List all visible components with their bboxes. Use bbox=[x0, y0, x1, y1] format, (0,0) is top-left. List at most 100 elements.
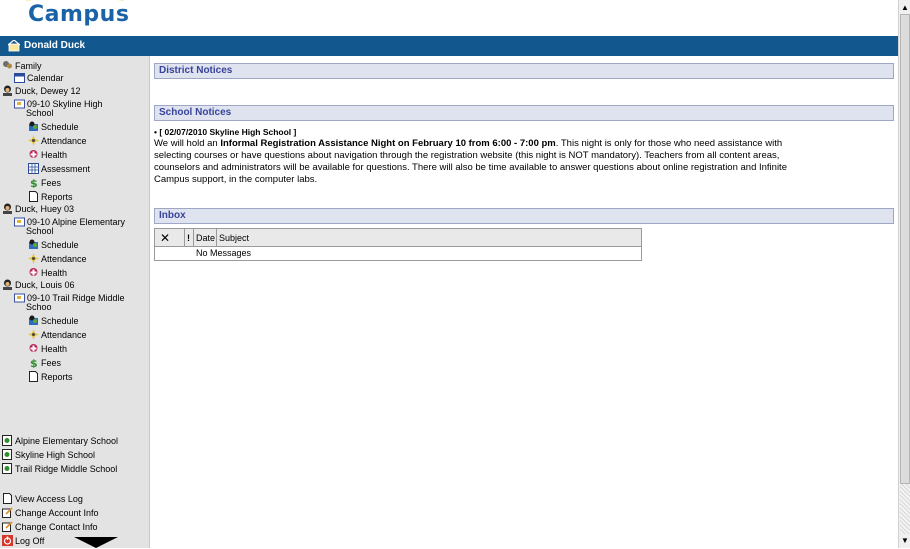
inbox-empty-row: No Messages bbox=[155, 247, 641, 260]
schedule-icon bbox=[28, 315, 39, 326]
sidebar-student-0-fees-label: Fees bbox=[41, 178, 62, 188]
header: Campus bbox=[0, 0, 898, 36]
sidebar-student-1-label: Duck, Huey 03 bbox=[15, 204, 75, 214]
scroll-thumb[interactable] bbox=[900, 14, 910, 484]
sidebar-student-0-schedule-label: Schedule bbox=[41, 122, 79, 132]
sidebar-school-link-1[interactable]: Skyline High School bbox=[2, 449, 95, 461]
sidebar-account-link-1[interactable]: Change Account Info bbox=[2, 507, 99, 519]
sidebar-account-link-1-label: Change Account Info bbox=[15, 508, 99, 518]
sidebar-account-link-3[interactable]: Log Off bbox=[2, 535, 44, 547]
sidebar-school-link-2[interactable]: Trail Ridge Middle School bbox=[2, 463, 117, 475]
health-icon bbox=[28, 267, 39, 278]
sidebar-student-2-fees-label: Fees bbox=[41, 358, 62, 368]
family-icon bbox=[2, 60, 13, 71]
sidebar-student-0-assessment-label: Assessment bbox=[41, 164, 91, 174]
sidebar-school-link-0[interactable]: Alpine Elementary School bbox=[2, 435, 118, 447]
school-notices-header: School Notices bbox=[154, 105, 894, 121]
sidebar-student-1-attendance[interactable]: Attendance bbox=[28, 253, 87, 265]
school-icon bbox=[14, 98, 25, 109]
sidebar-account-link-2[interactable]: Change Contact Info bbox=[2, 521, 98, 533]
svg-text:$: $ bbox=[30, 177, 38, 188]
notice-line1-rest: . This night is only for those who need … bbox=[555, 138, 783, 149]
sidebar-student-2-schedule-label: Schedule bbox=[41, 316, 79, 326]
sidebar-student-2-health[interactable]: Health bbox=[28, 343, 67, 355]
user-title-bar: Donald Duck bbox=[0, 36, 898, 56]
health-icon bbox=[28, 149, 39, 160]
notice-heading: • [ 02/07/2010 Skyline High School ] bbox=[154, 126, 894, 138]
sidebar-student-0-fees[interactable]: $ Fees bbox=[28, 177, 62, 190]
main-content: District Notices School Notices • [ 02/0… bbox=[150, 56, 898, 548]
notice-bullet: • bbox=[154, 127, 157, 137]
sidebar-student-0-reports[interactable]: Reports bbox=[28, 191, 73, 203]
student-icon bbox=[2, 203, 13, 214]
sidebar-student-1-health[interactable]: Health bbox=[28, 267, 67, 279]
sidebar-student-2[interactable]: Duck, Louis 06 bbox=[2, 279, 75, 291]
school-link-icon bbox=[2, 463, 13, 474]
svg-text:$: $ bbox=[30, 357, 38, 368]
notice-line-3: counselors and administrators will be av… bbox=[154, 162, 787, 173]
sidebar-item-family[interactable]: Family bbox=[2, 60, 42, 72]
sidebar-account-link-0-label: View Access Log bbox=[15, 494, 83, 504]
sidebar-item-calendar-label: Calendar bbox=[27, 73, 64, 83]
attendance-icon bbox=[28, 329, 39, 340]
school-link-icon bbox=[2, 449, 13, 460]
school-notice: • [ 02/07/2010 Skyline High School ] We … bbox=[154, 126, 894, 186]
sidebar-student-0-attendance-label: Attendance bbox=[41, 136, 87, 146]
sidebar-enrollment-1-cont[interactable]: School bbox=[26, 226, 54, 237]
sidebar-student-2-reports[interactable]: Reports bbox=[28, 371, 73, 383]
user-name: Donald Duck bbox=[24, 40, 86, 51]
edit-icon bbox=[2, 521, 13, 532]
sidebar-student-1-schedule[interactable]: Schedule bbox=[28, 239, 79, 251]
scroll-up-arrow-icon[interactable]: ▲ bbox=[900, 2, 910, 13]
sidebar-student-2-reports-label: Reports bbox=[41, 372, 73, 382]
sidebar-student-1[interactable]: Duck, Huey 03 bbox=[2, 203, 74, 215]
schedule-icon bbox=[28, 121, 39, 132]
notice-bold-text: Informal Registration Assistance Night o… bbox=[220, 138, 556, 149]
sidebar-enrollment-0-cont[interactable]: School bbox=[26, 108, 54, 119]
health-icon bbox=[28, 343, 39, 354]
power-icon bbox=[2, 535, 13, 546]
sidebar-account-link-2-label: Change Contact Info bbox=[15, 522, 98, 532]
dollar-icon: $ bbox=[28, 177, 39, 190]
sidebar: Family Calendar Duck, Dewey 12 09-10 Skylin… bbox=[0, 56, 150, 548]
sidebar-item-calendar[interactable]: Calendar bbox=[14, 72, 64, 84]
attendance-icon bbox=[28, 253, 39, 264]
sidebar-student-2-fees[interactable]: $ Fees bbox=[28, 357, 62, 370]
notice-heading-text: [ 02/07/2010 Skyline High School ] bbox=[159, 127, 297, 137]
sidebar-enrollment-2-cont-label: Schoo bbox=[26, 302, 52, 312]
sidebar-student-2-attendance[interactable]: Attendance bbox=[28, 329, 87, 341]
campus-logo: Campus bbox=[28, 2, 130, 27]
sidebar-student-0[interactable]: Duck, Dewey 12 bbox=[2, 85, 81, 97]
document-icon bbox=[28, 371, 39, 382]
sidebar-student-0-health[interactable]: Health bbox=[28, 149, 67, 161]
sidebar-student-0-attendance[interactable]: Attendance bbox=[28, 135, 87, 147]
sidebar-student-0-assessment[interactable]: Assessment bbox=[28, 163, 90, 175]
sidebar-account-link-0[interactable]: View Access Log bbox=[2, 493, 83, 505]
delete-column-icon[interactable]: ✕ bbox=[160, 229, 170, 247]
date-column-header[interactable]: Date bbox=[196, 229, 215, 247]
inbox-header: Inbox bbox=[154, 208, 894, 224]
school-icon bbox=[14, 292, 25, 303]
scroll-down-arrow-icon[interactable]: ▼ bbox=[900, 535, 910, 546]
scroll-track[interactable] bbox=[900, 484, 910, 534]
attendance-icon bbox=[28, 135, 39, 146]
vertical-scrollbar[interactable]: ▲ ▼ bbox=[898, 0, 910, 548]
sidebar-student-2-schedule[interactable]: Schedule bbox=[28, 315, 79, 327]
school-link-icon bbox=[2, 435, 13, 446]
sidebar-student-2-label: Duck, Louis 06 bbox=[15, 280, 75, 290]
priority-column-header[interactable]: ! bbox=[187, 229, 190, 247]
sidebar-enrollment-0-cont-label: School bbox=[26, 108, 54, 118]
sidebar-school-link-2-label: Trail Ridge Middle School bbox=[15, 464, 118, 474]
sidebar-student-0-schedule[interactable]: Schedule bbox=[28, 121, 79, 133]
sidebar-enrollment-2-cont[interactable]: Schoo bbox=[26, 302, 52, 313]
home-icon bbox=[8, 40, 20, 52]
sidebar-school-link-0-label: Alpine Elementary School bbox=[15, 436, 119, 446]
subject-column-header[interactable]: Subject bbox=[219, 229, 249, 247]
edit-icon bbox=[2, 507, 13, 518]
document-icon bbox=[28, 191, 39, 202]
notice-line-2: selecting courses or have questions abou… bbox=[154, 150, 780, 161]
sidebar-student-0-health-label: Health bbox=[41, 150, 68, 160]
pointer-cursor-overlay bbox=[74, 537, 118, 548]
notice-line-1: We will hold an Informal Registration As… bbox=[154, 138, 894, 150]
sidebar-student-1-schedule-label: Schedule bbox=[41, 240, 79, 250]
